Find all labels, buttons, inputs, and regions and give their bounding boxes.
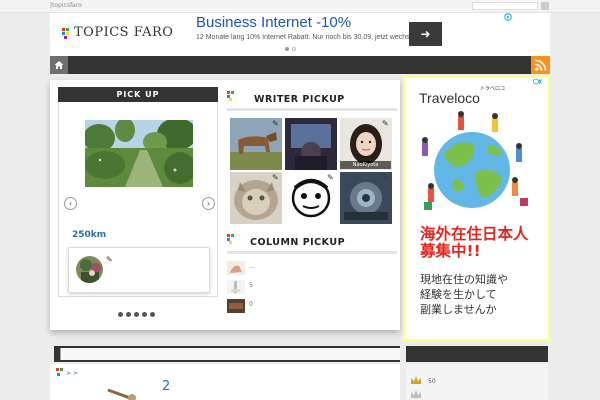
pagination-dot[interactable] — [126, 312, 131, 317]
pencil-icon[interactable]: ✎ — [327, 119, 337, 129]
pickup-title: PICK UP — [58, 87, 218, 102]
ad-dot[interactable] — [292, 47, 296, 51]
rss-button[interactable] — [531, 56, 550, 74]
pickup-author-avatar[interactable] — [76, 256, 103, 283]
ranking-header — [406, 346, 548, 362]
bottom-tab[interactable] — [60, 348, 400, 360]
column-pickup-title: COLUMN PICKUP — [250, 237, 346, 248]
crown-icon — [411, 376, 421, 384]
ad-logo-sub: トラベロコ — [480, 86, 506, 92]
pickup-next-button[interactable]: › — [202, 197, 215, 210]
pencil-icon[interactable]: ✎ — [382, 173, 392, 183]
ad-body-line-2: 経験を生かして — [420, 288, 497, 301]
ad-choices-icon[interactable] — [504, 13, 512, 21]
pencil-icon[interactable]: ✎ — [272, 173, 282, 183]
ad-dot-active[interactable] — [285, 47, 289, 51]
crown-icon — [411, 390, 421, 398]
pencil-icon[interactable]: ✎ — [327, 173, 337, 183]
ad-body-line-3: 副業しませんか — [420, 303, 497, 316]
site-logo[interactable]: TOPICS FARO — [74, 25, 173, 40]
search-input[interactable] — [472, 2, 538, 10]
section-icon — [227, 91, 234, 101]
pagination-dot[interactable] — [118, 312, 123, 317]
pagination-dot[interactable] — [142, 312, 147, 317]
ad-choices-icon[interactable] — [533, 78, 542, 85]
ad-headline[interactable]: 海外在住日本人 募集中!! — [420, 226, 529, 260]
pickup-prev-button[interactable]: ‹ — [64, 197, 77, 210]
search-button[interactable] — [541, 2, 549, 10]
globe-illustration — [422, 111, 528, 210]
pencil-icon[interactable]: ✎ — [382, 119, 392, 129]
section-divider — [227, 251, 397, 254]
ad-title[interactable]: Business Internet -10% — [196, 14, 351, 31]
breadcrumb[interactable]: > > — [66, 370, 78, 377]
logo-icon — [62, 28, 69, 39]
pagination-dot[interactable] — [134, 312, 139, 317]
ad-body-line-1: 現地在住の知識や — [420, 273, 508, 286]
writer-name[interactable]: NaoKiyota — [340, 161, 391, 169]
section-divider — [227, 108, 397, 111]
rss-icon — [534, 59, 546, 71]
ad-arrow-button[interactable]: ➜ — [409, 22, 442, 46]
pagination-dot[interactable] — [150, 312, 155, 317]
column-item-text[interactable]: 0 — [249, 301, 253, 308]
ad-logo[interactable]: Traveloco — [419, 90, 480, 106]
ad-headline-line-2: 募集中!! — [420, 242, 481, 260]
article-thumb[interactable] — [104, 380, 140, 400]
ad-headline-line-1: 海外在住日本人 — [420, 225, 529, 243]
writer-pickup-title: WRITER PICKUP — [254, 94, 345, 105]
pencil-icon: ✎ — [106, 255, 113, 264]
pencil-icon[interactable]: ✎ — [272, 119, 282, 129]
ad-body-text[interactable]: 現地在住の知識や 経験を生かして 副業しませんか — [420, 272, 508, 317]
pickup-photo[interactable] — [85, 120, 193, 187]
home-icon — [54, 61, 64, 69]
ranking-count[interactable]: 50 — [428, 378, 436, 385]
column-thumb[interactable] — [227, 280, 245, 294]
pickup-caption[interactable]: 250km — [72, 230, 106, 240]
column-thumb[interactable] — [227, 299, 245, 313]
pickup-pagination[interactable] — [118, 312, 155, 317]
section-icon — [227, 234, 234, 244]
bottom-panel — [50, 364, 400, 400]
ad-body[interactable]: 12 Monate lang 10% Internet Rabatt. Nur … — [196, 34, 421, 41]
article-number[interactable]: 2 — [162, 379, 170, 394]
site-handle: |topicsfaro — [50, 2, 82, 9]
home-button[interactable] — [50, 56, 68, 74]
column-item-text[interactable]: 5 — [249, 282, 253, 289]
section-icon — [56, 368, 63, 376]
main-nav — [50, 56, 550, 74]
column-item-text[interactable]: ... — [249, 263, 255, 270]
column-thumb[interactable] — [227, 261, 245, 275]
